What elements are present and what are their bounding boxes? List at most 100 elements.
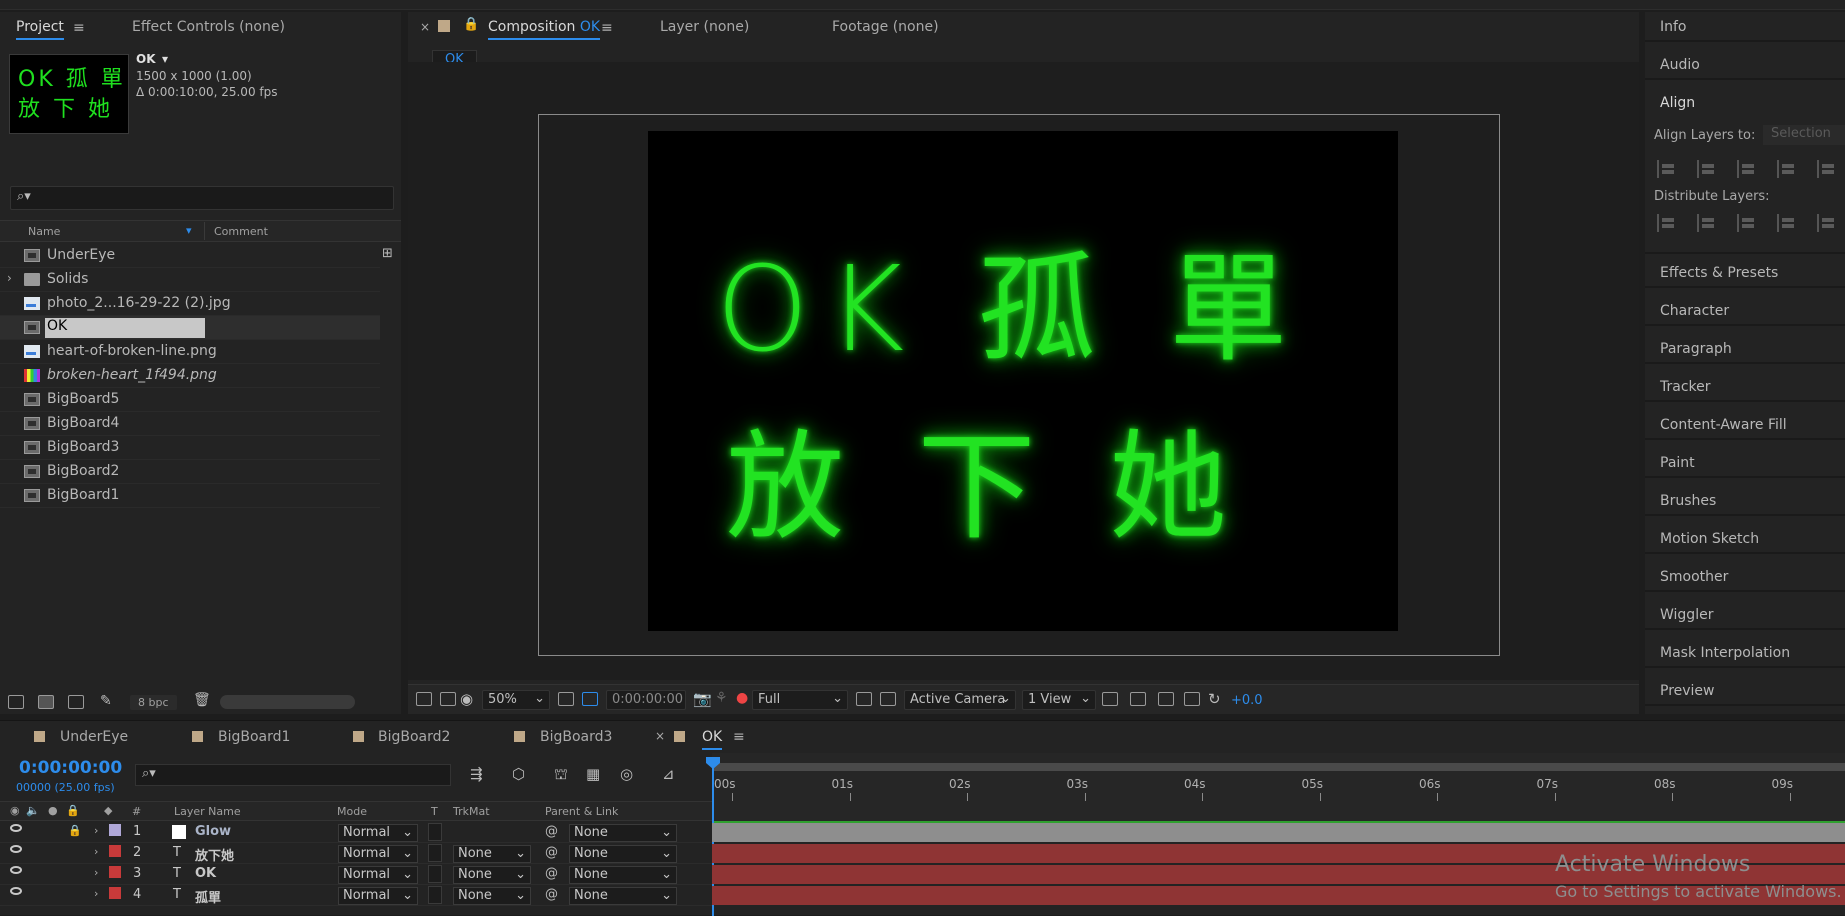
pickwhip-icon[interactable]: @ (545, 824, 558, 839)
flowchart-icon[interactable]: ⊞ (382, 246, 393, 261)
work-area-bar[interactable] (712, 763, 1845, 771)
motion-blur-icon[interactable]: ◎ (620, 765, 633, 783)
draft-3d-icon[interactable]: ⬡ (512, 765, 525, 783)
pickwhip-icon[interactable]: @ (545, 887, 558, 902)
panel-menu-icon[interactable]: ≡ (601, 20, 613, 36)
panel-menu-icon[interactable]: ≡ (73, 20, 85, 36)
new-comp-icon[interactable] (68, 695, 84, 709)
panel-motion-sketch[interactable]: Motion Sketch (1645, 524, 1845, 554)
label-color-swatch[interactable] (109, 845, 121, 857)
timeline-tab-undereye[interactable]: UnderEye (60, 729, 128, 745)
panel-smoother[interactable]: Smoother (1645, 562, 1845, 592)
layer-row-4[interactable]: › 4 T 孤單 Normal ⌄ None ⌄ @ None ⌄ (0, 885, 712, 906)
align-top-icon[interactable] (1777, 160, 1797, 178)
exposure-value[interactable]: +0.0 (1231, 693, 1263, 708)
panel-audio[interactable]: Audio (1645, 50, 1845, 80)
blend-mode-dropdown[interactable]: Normal ⌄ (338, 866, 418, 884)
timeline-tab-bigboard2[interactable]: BigBoard2 (378, 729, 450, 745)
pickwhip-icon[interactable]: @ (545, 845, 558, 860)
project-item-photo[interactable]: photo_2...16-29-22 (2).jpg (0, 292, 380, 316)
blend-mode-dropdown[interactable]: Normal ⌄ (338, 887, 418, 905)
trkmat-dropdown[interactable]: None ⌄ (453, 887, 531, 905)
project-item-ok[interactable]: OK (0, 316, 380, 340)
eye-icon[interactable] (10, 824, 22, 832)
panel-character[interactable]: Character (1645, 296, 1845, 326)
pickwhip-icon[interactable]: @ (545, 866, 558, 881)
bit-depth-button[interactable]: 8 bpc (130, 695, 177, 710)
panel-paragraph[interactable]: Paragraph (1645, 334, 1845, 364)
panel-preview[interactable]: Preview (1645, 676, 1845, 706)
trkmat-dropdown[interactable]: None ⌄ (453, 866, 531, 884)
project-item-broken-heart[interactable]: broken-heart_1f494.png (0, 364, 380, 388)
shy-icon[interactable]: ⛫ (554, 765, 568, 785)
mask-icon[interactable]: ◉ (460, 690, 473, 708)
comp-flowchart-icon[interactable]: ⇶ (470, 765, 483, 783)
frame-blending-icon[interactable]: ▦ (586, 765, 600, 783)
tab-project[interactable]: Project (16, 19, 64, 40)
channels-icon[interactable]: ● (736, 690, 748, 706)
parent-dropdown[interactable]: None ⌄ (569, 824, 677, 842)
project-item-label[interactable]: OK (45, 318, 205, 338)
always-preview-icon[interactable] (416, 692, 432, 706)
layer-row-3[interactable]: › 3 T OK Normal ⌄ None ⌄ @ None ⌄ (0, 864, 712, 885)
current-time-field[interactable]: 0:00:00:00 (606, 690, 686, 710)
tab-footage[interactable]: Footage (none) (832, 19, 939, 35)
project-item-heart-png[interactable]: heart-of-broken-line.png (0, 340, 380, 364)
eye-icon[interactable] (10, 866, 22, 874)
timeline-tab-bigboard1[interactable]: BigBoard1 (218, 729, 290, 745)
blend-mode-dropdown[interactable]: Normal ⌄ (338, 845, 418, 863)
project-search-input[interactable]: ⌕▾ (10, 186, 394, 210)
new-folder-icon[interactable] (38, 695, 54, 709)
panel-align[interactable]: Align (1645, 88, 1845, 118)
label-color-swatch[interactable] (109, 824, 121, 836)
align-left-icon[interactable] (1657, 160, 1677, 178)
distribute-center-h-icon[interactable] (1817, 214, 1837, 232)
label-color-swatch[interactable] (109, 866, 121, 878)
preserve-transparency-toggle[interactable] (428, 823, 442, 841)
project-item-bigboard5[interactable]: BigBoard5 (0, 388, 380, 412)
align-to-dropdown[interactable]: Selection (1763, 125, 1845, 145)
panel-effects-presets[interactable]: Effects & Presets (1645, 258, 1845, 288)
preserve-transparency-toggle[interactable] (428, 844, 442, 862)
align-center-h-icon[interactable] (1697, 160, 1717, 178)
preserve-transparency-toggle[interactable] (428, 865, 442, 883)
fast-draft-icon[interactable] (1130, 692, 1146, 706)
disclosure-arrow-icon[interactable]: › (94, 824, 98, 837)
project-settings-icon[interactable]: ✎ (100, 693, 112, 709)
layer-name[interactable]: 放下她 (195, 845, 234, 864)
panel-brushes[interactable]: Brushes (1645, 486, 1845, 516)
disclosure-arrow-icon[interactable]: › (94, 887, 98, 900)
distribute-left-icon[interactable] (1777, 214, 1797, 232)
align-right-icon[interactable] (1737, 160, 1757, 178)
align-center-v-icon[interactable] (1817, 160, 1837, 178)
tab-layer[interactable]: Layer (none) (660, 19, 749, 35)
panel-tracker[interactable]: Tracker (1645, 372, 1845, 402)
project-item-bigboard2[interactable]: BigBoard2 (0, 460, 380, 484)
parent-dropdown[interactable]: None ⌄ (569, 845, 677, 863)
sort-arrow-icon[interactable]: ▾ (186, 224, 192, 237)
timeline-search-input[interactable]: ⌕▾ (135, 764, 451, 786)
close-icon[interactable]: × (655, 729, 665, 743)
layer-row-2[interactable]: › 2 T 放下她 Normal ⌄ None ⌄ @ None ⌄ (0, 843, 712, 864)
layer-name[interactable]: 孤單 (195, 887, 221, 906)
canvas-text-line-1[interactable]: OK 孤 單 (716, 213, 1305, 384)
disclosure-arrow-icon[interactable]: › (94, 845, 98, 858)
disclosure-arrow-icon[interactable]: › (94, 866, 98, 879)
lock-icon[interactable]: 🔒 (463, 17, 479, 32)
chevron-down-icon[interactable]: ▾ (162, 52, 168, 66)
zoom-dropdown[interactable]: 50% ⌄ (482, 690, 550, 710)
project-horizontal-scrollbar[interactable] (220, 695, 355, 709)
distribute-top-icon[interactable] (1657, 214, 1677, 232)
timeline-tab-bigboard3[interactable]: BigBoard3 (540, 729, 612, 745)
trash-icon[interactable]: 🗑 (193, 692, 211, 708)
camera-dropdown[interactable]: Active Camera ⌄ (904, 690, 1016, 710)
lock-icon[interactable]: 🔒 (68, 824, 82, 837)
monitor-icon[interactable] (440, 692, 456, 706)
layer-name[interactable]: OK (195, 866, 216, 881)
timeline-tab-ok[interactable]: OK (702, 729, 723, 750)
panel-paint[interactable]: Paint (1645, 448, 1845, 478)
region-of-interest-icon[interactable] (582, 692, 598, 706)
composition-canvas[interactable]: OK 孤 單 放 下 她 (648, 131, 1398, 631)
panel-menu-icon[interactable]: ≡ (733, 729, 745, 745)
composition-viewport[interactable]: OK 孤 單 放 下 她 (408, 62, 1639, 680)
